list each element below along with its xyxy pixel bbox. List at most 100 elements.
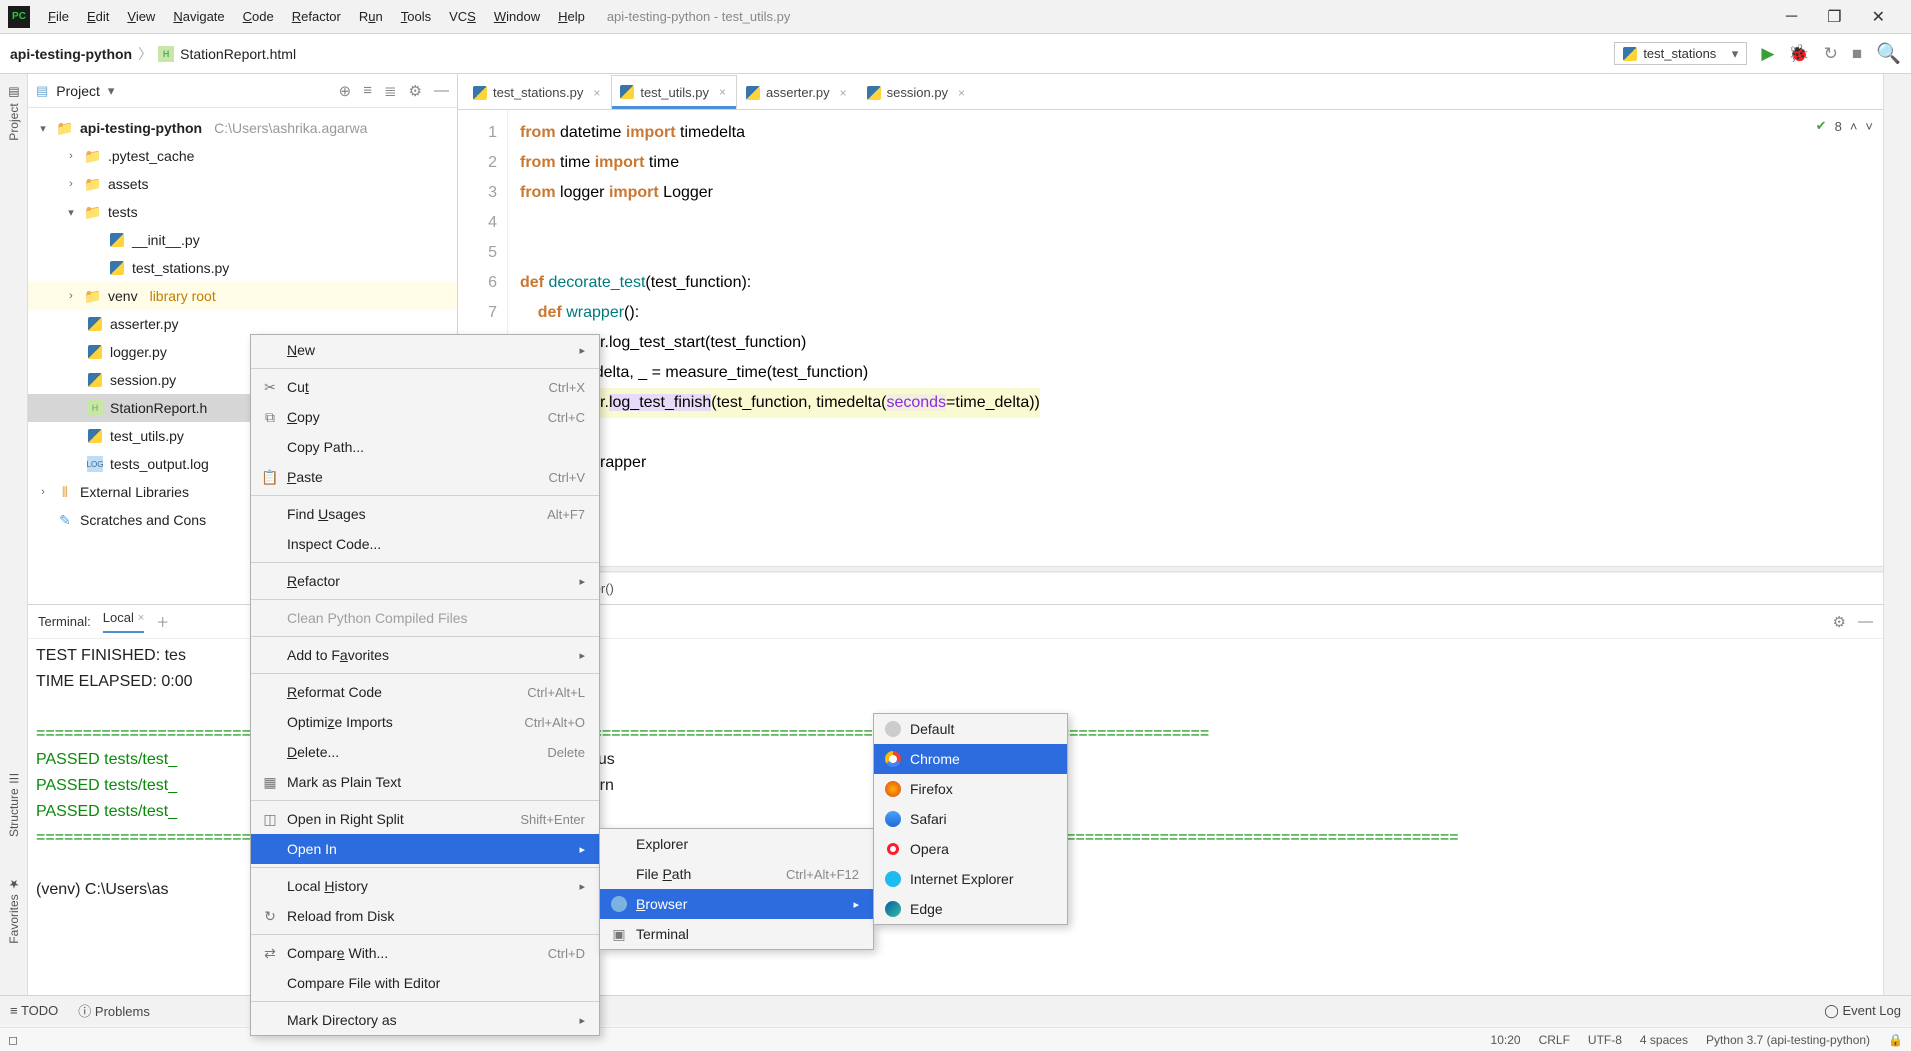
debug-icon[interactable]: 🐞	[1788, 44, 1809, 64]
status-lock-icon[interactable]: 🔒	[1888, 1033, 1903, 1047]
tree-item[interactable]: ›📁.pytest_cache	[28, 142, 457, 170]
close-tab-icon[interactable]: ×	[593, 86, 600, 100]
close-tab-icon[interactable]: ×	[840, 86, 847, 100]
status-indent[interactable]: 4 spaces	[1640, 1033, 1688, 1047]
locate-icon[interactable]: ⊕	[339, 82, 352, 100]
ctx-split[interactable]: ◫Open in Right SplitShift+Enter	[251, 804, 599, 834]
hide-icon[interactable]: —	[434, 82, 449, 100]
ctx-ie[interactable]: Internet Explorer	[874, 864, 1067, 894]
editor-body[interactable]: 1234567 from datetime import timedelta f…	[458, 110, 1883, 566]
ctx-optimize[interactable]: Optimize ImportsCtrl+Alt+O	[251, 707, 599, 737]
problems-button[interactable]: ⓘ Problems	[78, 1001, 150, 1020]
event-log-button[interactable]: ◯ Event Log	[1824, 1003, 1901, 1019]
ctx-refactor[interactable]: Refactor▸	[251, 566, 599, 596]
tree-item[interactable]: ›📁venvlibrary root	[28, 282, 457, 310]
next-highlight-icon[interactable]: ˅	[1865, 119, 1873, 134]
status-sdk[interactable]: Python 3.7 (api-testing-python)	[1706, 1033, 1870, 1047]
ctx-default-browser[interactable]: Default	[874, 714, 1067, 744]
tab-session[interactable]: session.py×	[858, 75, 976, 109]
ctx-paste[interactable]: 📋PasteCtrl+V	[251, 462, 599, 492]
breadcrumb-root[interactable]: api-testing-python	[10, 46, 132, 62]
maximize-icon[interactable]: ❐	[1827, 7, 1841, 27]
ctx-file-path[interactable]: File PathCtrl+Alt+F12	[600, 859, 873, 889]
ctx-favorites[interactable]: Add to Favorites▸	[251, 640, 599, 670]
ctx-find-usages[interactable]: Find UsagesAlt+F7	[251, 499, 599, 529]
breadcrumb[interactable]: api-testing-python 〉 H StationReport.htm…	[10, 44, 296, 64]
prev-highlight-icon[interactable]: ˄	[1850, 119, 1858, 134]
project-title[interactable]: Project	[56, 83, 100, 99]
menu-tools[interactable]: Tools	[393, 5, 439, 28]
ctx-reformat[interactable]: Reformat CodeCtrl+Alt+L	[251, 677, 599, 707]
tab-test-stations[interactable]: test_stations.py×	[464, 75, 611, 109]
ctx-terminal[interactable]: ▣Terminal	[600, 919, 873, 949]
ctx-delete[interactable]: Delete...Delete	[251, 737, 599, 767]
tree-item[interactable]: ▾📁tests	[28, 198, 457, 226]
tab-asserter[interactable]: asserter.py×	[737, 75, 858, 109]
favorites-tool-button[interactable]: Favorites ★	[7, 877, 21, 944]
ctx-compare-editor[interactable]: Compare File with Editor	[251, 968, 599, 998]
ctx-mark-plain[interactable]: ▦Mark as Plain Text	[251, 767, 599, 797]
tree-item[interactable]: ›📁assets	[28, 170, 457, 198]
close-tab-icon[interactable]: ×	[958, 86, 965, 100]
project-tool-button[interactable]: Project ▤	[7, 86, 21, 141]
collapse-icon[interactable]: ≣	[384, 82, 397, 100]
menu-vcs[interactable]: VCS	[441, 5, 484, 28]
expand-icon[interactable]: ≡	[363, 82, 372, 100]
ctx-inspect[interactable]: Inspect Code...	[251, 529, 599, 559]
ctx-cut[interactable]: ✂CutCtrl+X	[251, 372, 599, 402]
ctx-compare[interactable]: ⇄Compare With...Ctrl+D	[251, 938, 599, 968]
minimize-icon[interactable]: ─	[1786, 8, 1797, 26]
editor-inspection-status[interactable]: ✔ 8 ˄ ˅	[1816, 118, 1873, 134]
run-icon[interactable]: ▶	[1761, 44, 1774, 64]
run-config-selector[interactable]: test_stations	[1614, 42, 1747, 65]
menu-edit[interactable]: Edit	[79, 5, 117, 28]
gear-icon[interactable]: ⚙	[1833, 613, 1846, 631]
menu-navigate[interactable]: Navigate	[165, 5, 232, 28]
ctx-edge[interactable]: Edge	[874, 894, 1067, 924]
ctx-explorer[interactable]: Explorer	[600, 829, 873, 859]
status-encoding[interactable]: UTF-8	[1588, 1033, 1622, 1047]
context-menu-main[interactable]: New▸ ✂CutCtrl+X ⧉CopyCtrl+C Copy Path...…	[250, 334, 600, 1036]
ctx-history[interactable]: Local History▸	[251, 871, 599, 901]
close-tab-icon[interactable]: ×	[719, 85, 726, 99]
ctx-copy[interactable]: ⧉CopyCtrl+C	[251, 402, 599, 432]
editor-breadcrumb[interactable]: rate_test() 〉 wrapper()	[458, 572, 1883, 604]
ctx-reload[interactable]: ↻Reload from Disk	[251, 901, 599, 931]
ctx-firefox[interactable]: Firefox	[874, 774, 1067, 804]
status-line-sep[interactable]: CRLF	[1539, 1033, 1570, 1047]
ctx-opera[interactable]: Opera	[874, 834, 1067, 864]
menu-refactor[interactable]: Refactor	[284, 5, 349, 28]
ctx-open-in[interactable]: Open In▸	[251, 834, 599, 864]
menu-run[interactable]: Run	[351, 5, 391, 28]
search-icon[interactable]: 🔍	[1876, 41, 1901, 66]
tab-test-utils[interactable]: test_utils.py×	[611, 75, 737, 109]
project-dropdown-icon[interactable]: ▾	[108, 83, 115, 99]
menu-file[interactable]: File	[40, 5, 77, 28]
close-icon[interactable]: ✕	[1872, 7, 1885, 27]
context-menu-browser[interactable]: Default Chrome Firefox Safari Opera Inte…	[873, 713, 1068, 925]
rerun-icon[interactable]: ↻	[1824, 44, 1838, 64]
close-tab-icon[interactable]: ×	[138, 612, 144, 624]
gear-icon[interactable]: ⚙	[409, 82, 422, 100]
breadcrumb-file[interactable]: StationReport.html	[180, 46, 296, 62]
tree-root[interactable]: ▾📁api-testing-pythonC:\Users\ashrika.aga…	[28, 114, 457, 142]
tree-item[interactable]: __init__.py	[28, 226, 457, 254]
menu-help[interactable]: Help	[550, 5, 593, 28]
menu-view[interactable]: View	[119, 5, 163, 28]
ctx-chrome[interactable]: Chrome	[874, 744, 1067, 774]
menu-window[interactable]: Window	[486, 5, 548, 28]
ctx-new[interactable]: New▸	[251, 335, 599, 365]
hide-icon[interactable]: —	[1858, 613, 1873, 631]
menu-code[interactable]: Code	[235, 5, 282, 28]
ctx-copy-path[interactable]: Copy Path...	[251, 432, 599, 462]
terminal-tab[interactable]: Local ×	[103, 610, 145, 633]
stop-icon[interactable]: ■	[1852, 44, 1862, 64]
ctx-mark-dir[interactable]: Mark Directory as▸	[251, 1005, 599, 1035]
add-terminal-icon[interactable]: ＋	[156, 612, 169, 631]
context-menu-open-in[interactable]: Explorer File PathCtrl+Alt+F12 Browser▸ …	[599, 828, 874, 950]
structure-tool-button[interactable]: Structure ☰	[7, 771, 21, 837]
status-quick-icon[interactable]: ◻	[8, 1033, 18, 1047]
ctx-browser[interactable]: Browser▸	[600, 889, 873, 919]
todo-button[interactable]: ≡ TODO	[10, 1003, 58, 1018]
tree-item[interactable]: test_stations.py	[28, 254, 457, 282]
